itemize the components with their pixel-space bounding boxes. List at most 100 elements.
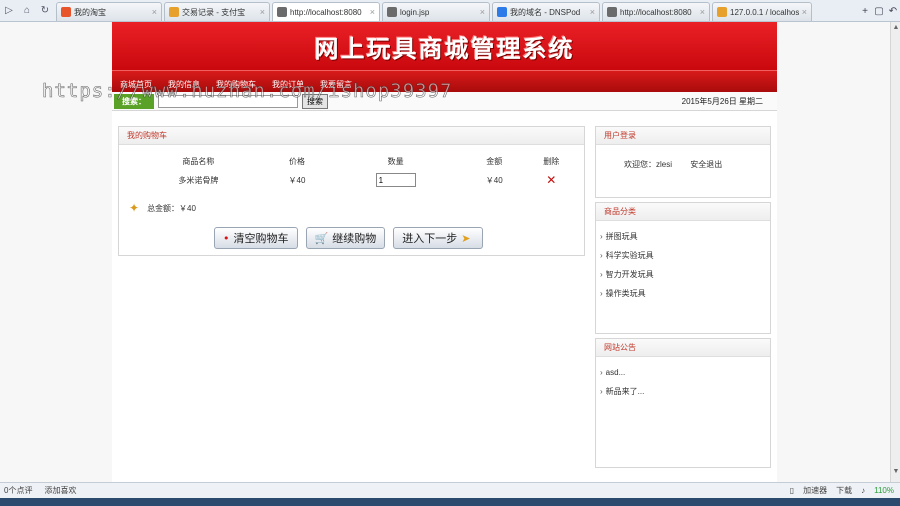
cart-icon: 🛒 <box>314 231 329 245</box>
login-body: 欢迎您：zlesi 安全退出 <box>596 145 770 170</box>
tab-favicon-icon <box>277 7 287 17</box>
phone-icon[interactable]: ▯ <box>790 486 794 495</box>
continue-shopping-label: 继续购物 <box>332 232 377 245</box>
news-list: asd... 新品来了... <box>596 357 770 401</box>
home-icon[interactable]: ⌂ <box>19 1 35 19</box>
watermark-text: https://www.huzhan.com/ishop39397 <box>42 80 453 103</box>
news-panel: 网站公告 asd... 新品来了... <box>595 338 771 468</box>
zoom-level[interactable]: 110% <box>874 486 894 495</box>
browser-tab[interactable]: 我的域名 - DNSPod × <box>492 2 600 21</box>
item-delete-cell: ✕ <box>524 169 580 191</box>
category-title: 商品分类 <box>596 203 770 221</box>
clear-cart-label: 清空购物车 <box>233 232 289 245</box>
logout-link[interactable]: 安全退出 <box>690 160 722 169</box>
login-title: 用户登录 <box>596 127 770 145</box>
item-amount: ￥40 <box>485 175 503 185</box>
os-taskbar <box>0 498 900 506</box>
category-panel: 商品分类 拼图玩具 科学实验玩具 智力开发玩具 操作类玩具 <box>595 202 771 334</box>
category-item[interactable]: 智力开发玩具 <box>600 265 770 284</box>
site-banner: 网上玩具商城管理系统 <box>112 22 777 70</box>
category-item[interactable]: 操作类玩具 <box>600 284 770 303</box>
tab-list-icon[interactable]: ▢ <box>872 6 886 17</box>
col-name: 商品名称 <box>182 156 215 166</box>
login-panel: 用户登录 欢迎您：zlesi 安全退出 <box>595 126 771 198</box>
tab-favicon-icon <box>607 7 617 17</box>
download-status[interactable]: 下载 <box>836 485 852 496</box>
scroll-up-icon[interactable]: ▲ <box>891 24 900 36</box>
tab-label: 127.0.0.1 / localhost <box>730 7 799 17</box>
new-tab-icon[interactable]: + <box>858 6 872 17</box>
tab-favicon-icon <box>497 7 507 17</box>
accelerator-status[interactable]: 加速器 <box>803 485 827 496</box>
browser-tab[interactable]: login.jsp × <box>382 2 490 21</box>
browser-tab-bar: ▷ ⌂ ↻ 我的淘宝 × 交易记录 - 支付宝 × http://localhost:8… <box>0 0 900 22</box>
tab-favicon-icon <box>387 7 397 17</box>
tab-close-icon[interactable]: × <box>370 7 375 17</box>
tab-label: 我的淘宝 <box>74 7 106 17</box>
cart-panel: 我的购物车 商品名称 价格 数量 金额 删除 多米诺骨牌 ￥40 ￥40 ✕ ✦… <box>118 126 585 256</box>
bullet-icon: • <box>223 231 230 245</box>
next-step-label: 进入下一步 <box>402 232 458 245</box>
scroll-down-icon[interactable]: ▼ <box>891 468 900 480</box>
cart-total: ✦ 总金额：￥40 <box>129 201 196 215</box>
item-price: ￥40 <box>288 175 306 185</box>
reload-icon[interactable]: ↻ <box>37 1 53 19</box>
category-item[interactable]: 科学实验玩具 <box>600 246 770 265</box>
col-delete: 删除 <box>543 156 560 166</box>
sidebar-toggle-icon[interactable]: ▷ <box>1 1 17 19</box>
welcome-text: 欢迎您：zlesi <box>624 160 673 169</box>
cart-header-row: 商品名称 价格 数量 金额 删除 <box>129 153 579 169</box>
tab-favicon-icon <box>169 7 179 17</box>
total-amount: 总金额：￥40 <box>147 203 196 213</box>
page-scrollbar[interactable]: ▲ ▼ <box>890 22 900 482</box>
restore-tab-icon[interactable]: ↶ <box>886 6 900 17</box>
tab-label: http://localhost:8080 <box>620 7 692 17</box>
col-price: 价格 <box>288 156 305 166</box>
tab-close-icon[interactable]: × <box>260 7 265 17</box>
tab-favicon-icon <box>717 7 727 17</box>
col-qty: 数量 <box>387 156 404 166</box>
table-row: 多米诺骨牌 ￥40 ￥40 ✕ <box>129 169 579 191</box>
quantity-input[interactable] <box>375 173 416 187</box>
continue-shopping-button[interactable]: 🛒 继续购物 <box>305 227 386 249</box>
tab-close-icon[interactable]: × <box>802 7 807 17</box>
tab-label: http://localhost:8080 <box>290 7 362 17</box>
favorite-status[interactable]: 添加喜欢 <box>44 485 76 496</box>
next-step-button[interactable]: 进入下一步 ➤ <box>393 227 484 249</box>
tab-tools: + ▢ ↶ <box>858 1 900 21</box>
news-title: 网站公告 <box>596 339 770 357</box>
browser-tab[interactable]: http://localhost:8080 × <box>602 2 710 21</box>
delete-icon[interactable]: ✕ <box>546 173 556 187</box>
news-item[interactable]: asd... <box>600 363 770 382</box>
browser-tab[interactable]: 交易记录 - 支付宝 × <box>164 2 270 21</box>
browser-tab[interactable]: http://localhost:8080 × <box>272 2 380 21</box>
browser-tab[interactable]: 127.0.0.1 / localhost × <box>712 2 812 21</box>
cart-title: 我的购物车 <box>119 127 584 145</box>
item-name: 多米诺骨牌 <box>178 175 219 185</box>
tab-label: login.jsp <box>400 7 430 17</box>
site-title: 网上玩具商城管理系统 <box>314 34 575 63</box>
browser-tab[interactable]: 我的淘宝 × <box>56 2 162 21</box>
tab-favicon-icon <box>61 7 71 17</box>
news-item[interactable]: 新品来了... <box>600 382 770 401</box>
tab-close-icon[interactable]: × <box>152 7 157 17</box>
col-amount: 金额 <box>486 156 503 166</box>
tab-close-icon[interactable]: × <box>480 7 485 17</box>
tab-label: 我的域名 - DNSPod <box>510 7 581 17</box>
item-qty-cell <box>326 169 465 191</box>
status-right: ▯ 加速器 下载 ♪ 110% <box>781 485 894 496</box>
category-list: 拼图玩具 科学实验玩具 智力开发玩具 操作类玩具 <box>596 221 770 303</box>
comments-status[interactable]: 0个点评 <box>4 485 32 496</box>
tab-label: 交易记录 - 支付宝 <box>182 7 246 17</box>
tab-close-icon[interactable]: × <box>590 7 595 17</box>
sound-icon[interactable]: ♪ <box>861 486 865 495</box>
status-left: 0个点评 添加喜欢 <box>4 485 88 496</box>
category-item[interactable]: 拼图玩具 <box>600 227 770 246</box>
running-man-icon: ➤ <box>461 231 471 245</box>
money-bag-icon: ✦ <box>129 201 140 215</box>
clear-cart-button[interactable]: • 清空购物车 <box>214 227 298 249</box>
tab-close-icon[interactable]: × <box>700 7 705 17</box>
cart-table: 商品名称 价格 数量 金额 删除 多米诺骨牌 ￥40 ￥40 ✕ <box>129 153 579 191</box>
current-date: 2015年5月26日 星期二 <box>681 96 763 106</box>
browser-status-bar: 0个点评 添加喜欢 ▯ 加速器 下载 ♪ 110% <box>0 482 900 498</box>
